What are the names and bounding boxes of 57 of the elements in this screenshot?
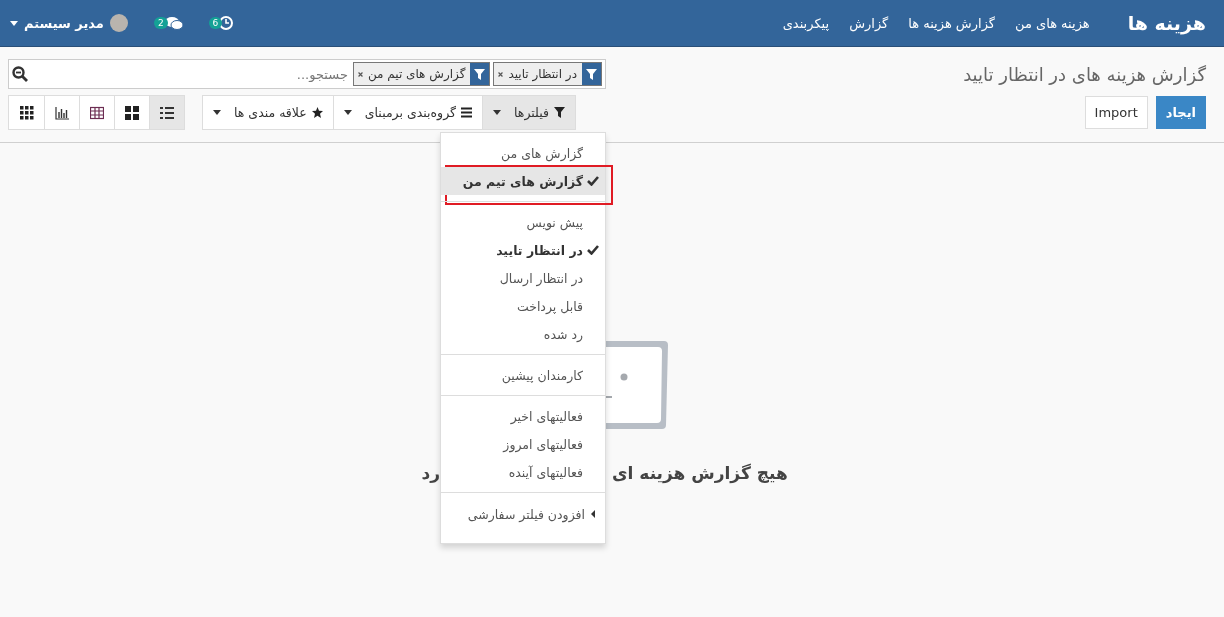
star-icon — [311, 107, 323, 118]
avatar — [109, 14, 128, 32]
dropdown-button[interactable]: گروه‌بندی برمبنای — [332, 96, 482, 129]
caret-icon — [10, 20, 18, 26]
import-button[interactable]: Import — [1084, 96, 1148, 129]
caret-icon — [493, 110, 501, 115]
tiles-icon — [125, 105, 139, 120]
filter-option[interactable]: فعالیتهای آینده — [441, 458, 605, 486]
user-menu[interactable]: مدیر سیستم — [10, 14, 128, 32]
search-field[interactable]: در انتظار تایید گزارش های تیم من جستجو... — [8, 59, 606, 89]
filter-option[interactable]: کارمندان پیشین — [441, 361, 605, 389]
message-count-badge: 2 — [153, 17, 168, 29]
filter-option[interactable]: فعالیتهای امروز — [441, 430, 605, 458]
filter-option[interactable]: پیش نویس — [441, 208, 605, 236]
search-icon[interactable] — [12, 66, 28, 82]
caret-icon — [591, 510, 595, 518]
activity-count-badge: 6 — [208, 17, 223, 29]
checkmark-icon — [587, 175, 599, 186]
filter-icon — [553, 107, 565, 118]
filter-option[interactable]: فعالیتهای اخیر — [441, 402, 605, 430]
chat-icon[interactable] — [164, 16, 183, 30]
menu-item[interactable]: پیکربندی — [782, 15, 830, 31]
filter-option[interactable]: قابل پرداخت — [441, 292, 605, 320]
empty-state-message: رد — [421, 463, 440, 483]
empty-state-message: هیچ گزارش هزینه ای — [612, 463, 788, 483]
menu-icon — [461, 107, 472, 118]
list-icon — [160, 105, 174, 120]
bar-chart-icon — [55, 105, 69, 120]
clock-icon[interactable] — [219, 16, 234, 30]
filter-option[interactable]: در انتظار تایید — [441, 236, 605, 264]
kanban-view-button[interactable] — [114, 96, 149, 129]
table-view-button[interactable] — [79, 96, 114, 129]
filter-facet[interactable]: گزارش های تیم من — [352, 62, 491, 86]
filter-facet[interactable]: در انتظار تایید — [493, 62, 602, 86]
menu-item[interactable]: گزارش هزینه ها — [908, 15, 995, 31]
chart-view-button[interactable] — [44, 96, 79, 129]
menu-item[interactable]: هزینه های من — [1015, 15, 1090, 31]
filter-icon — [586, 68, 597, 80]
filter-option[interactable]: در انتظار ارسال — [441, 264, 605, 292]
filter-option[interactable]: رد شده — [441, 320, 605, 348]
filter-icon — [474, 68, 486, 80]
list-view-button[interactable] — [149, 96, 184, 129]
grid-icon — [19, 105, 34, 120]
menu-item[interactable]: گزارش — [849, 15, 889, 31]
dropdown-button[interactable]: فیلترها — [482, 96, 575, 129]
create-button[interactable]: ایجاد — [1155, 96, 1206, 129]
dropdown-button[interactable]: علاقه مندی ها — [203, 96, 333, 129]
grid-view-button[interactable] — [9, 96, 44, 129]
page-title: گزارش هزینه های در انتظار تایید — [963, 63, 1206, 85]
app-title: هزینه ها — [1127, 12, 1206, 34]
caret-icon — [213, 110, 221, 115]
caret-icon — [343, 110, 352, 115]
add-custom-filter[interactable]: افزودن فیلتر سفارشی — [441, 499, 605, 529]
table-icon — [90, 105, 104, 120]
filter-option[interactable]: گزارش های من — [441, 139, 605, 167]
checkmark-icon — [587, 244, 599, 255]
filter-option[interactable]: گزارش های تیم من — [441, 167, 605, 195]
